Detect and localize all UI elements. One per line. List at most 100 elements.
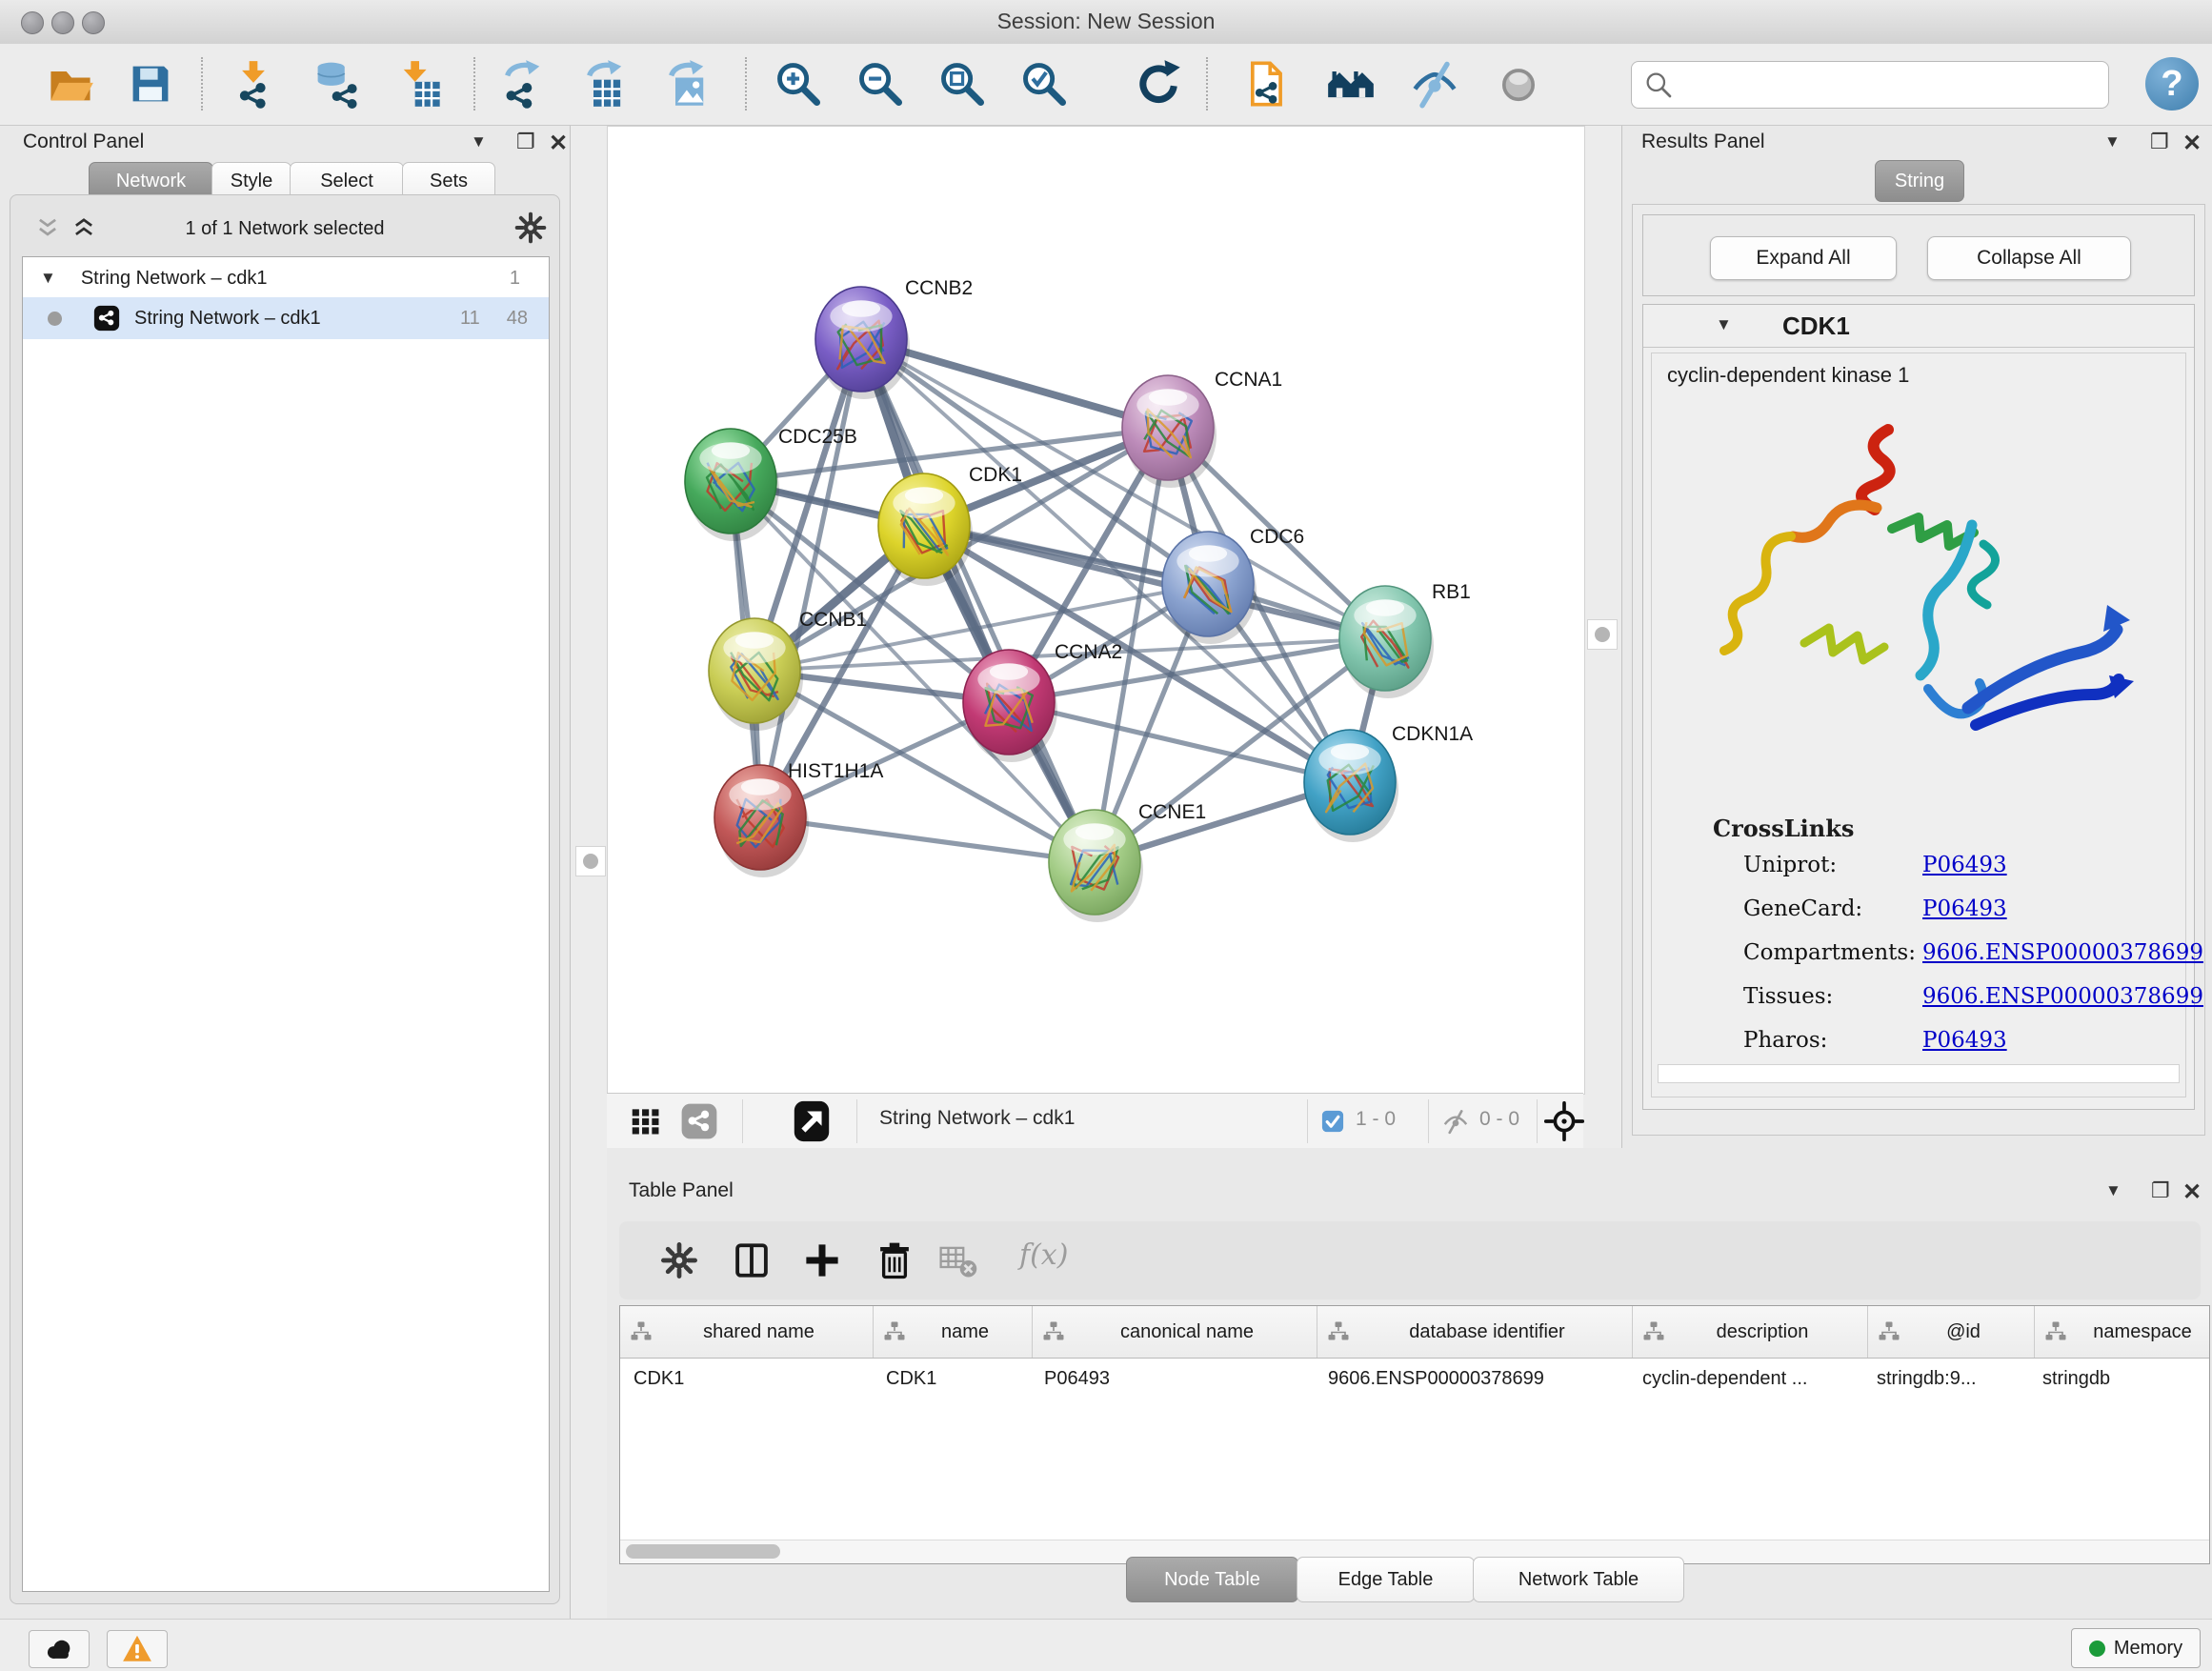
delete-column-button[interactable] [875, 1240, 915, 1280]
column-header-@id[interactable]: @id [1868, 1306, 2035, 1358]
column-header-shared-name[interactable]: shared name [620, 1306, 874, 1358]
protein-structure-image [1690, 403, 2138, 795]
memory-button[interactable]: Memory [2071, 1628, 2201, 1668]
selected-checkbox-icon[interactable] [1319, 1108, 1346, 1135]
table-cell[interactable]: P06493 [1031, 1358, 1315, 1399]
add-column-button[interactable] [802, 1240, 842, 1280]
crosslink-value-link[interactable]: P06493 [1922, 896, 2007, 921]
network-node-CCNA1[interactable] [1122, 375, 1217, 488]
table-cell[interactable]: CDK1 [873, 1358, 1031, 1399]
save-session-button[interactable] [122, 55, 179, 112]
right-splitter-handle[interactable] [1587, 619, 1618, 650]
automation-cloud-button[interactable] [29, 1630, 90, 1668]
gene-description: cyclin-dependent kinase 1 [1667, 363, 1909, 388]
tab-string[interactable]: String [1875, 160, 1964, 202]
refresh-layout-button[interactable] [1130, 55, 1187, 112]
birdseye-view-icon[interactable] [790, 1099, 834, 1143]
crosslink-row: GeneCard: P06493 [1652, 896, 2185, 935]
zoom-in-button[interactable] [770, 55, 827, 112]
table-cell[interactable]: stringdb [2029, 1358, 2210, 1399]
panel-float-icon[interactable]: ❐ [2150, 130, 2169, 154]
network-node-CCNB1[interactable] [709, 618, 803, 731]
left-splitter-handle[interactable] [575, 846, 606, 876]
network-node-CCNA2[interactable] [963, 650, 1057, 762]
network-edge[interactable] [760, 339, 861, 817]
crosslink-value-link[interactable]: 9606.ENSP00000378699 [1922, 984, 2203, 1009]
tab-network-table[interactable]: Network Table [1473, 1557, 1684, 1602]
results-scrollbar[interactable] [1658, 1064, 2180, 1083]
panel-float-icon[interactable]: ❐ [516, 130, 535, 154]
help-button[interactable]: ? [2145, 57, 2199, 111]
scrollbar-thumb[interactable] [626, 1544, 780, 1559]
import-network-file-button[interactable] [225, 55, 282, 112]
network-view-toolbar: String Network – cdk1 1 - 0 0 - 0 [607, 1093, 1583, 1150]
function-builder-button[interactable]: f(x) [1019, 1238, 1068, 1272]
export-network-button[interactable] [495, 55, 553, 112]
panel-collapse-icon[interactable]: ▼ [2104, 132, 2121, 151]
section-collapse-icon[interactable]: ▼ [1716, 315, 1732, 334]
string-home-button[interactable] [1322, 55, 1379, 112]
collection-expand-icon[interactable]: ▼ [40, 269, 56, 288]
panel-close-icon[interactable]: ✕ [2182, 130, 2202, 157]
network-edge[interactable] [861, 339, 1095, 862]
table-cell[interactable]: CDK1 [620, 1358, 873, 1399]
panel-collapse-icon[interactable]: ▼ [471, 132, 487, 151]
show-items-button[interactable] [1490, 55, 1547, 112]
crosslink-value-link[interactable]: 9606.ENSP00000378699 [1922, 940, 2203, 965]
table-cell[interactable]: stringdb:9... [1863, 1358, 2029, 1399]
network-node-CDK1[interactable] [878, 473, 973, 586]
collection-count: 1 [510, 268, 520, 290]
tab-node-table[interactable]: Node Table [1126, 1557, 1298, 1602]
zoom-selected-button[interactable] [1016, 55, 1073, 112]
string-badge-icon[interactable] [679, 1101, 719, 1141]
collapse-all-button[interactable]: Collapse All [1927, 236, 2131, 280]
column-header-description[interactable]: description [1633, 1306, 1868, 1358]
export-image-button[interactable] [659, 55, 716, 112]
zoom-out-button[interactable] [852, 55, 909, 112]
network-canvas[interactable]: CCNB2CCNA1CDC25BCDK1CDC6RB1CCNB1CCNA2CDK… [607, 126, 1585, 1095]
network-edge[interactable] [924, 526, 1385, 638]
grid-view-icon[interactable] [628, 1103, 664, 1139]
column-header-canonical-name[interactable]: canonical name [1033, 1306, 1317, 1358]
network-node-CCNE1[interactable] [1049, 810, 1143, 922]
table-row[interactable]: CDK1CDK1P064939606.ENSP00000378699cyclin… [620, 1358, 2210, 1399]
network-node-CDKN1A[interactable] [1304, 730, 1398, 842]
gene-section-header[interactable]: ▼ CDK1 [1643, 305, 2194, 348]
expand-all-button[interactable]: Expand All [1710, 236, 1897, 280]
gene-section: ▼ CDK1 cyclin-dependent kinase 1 [1642, 304, 2195, 1110]
network-node-CCNB2[interactable] [815, 287, 910, 399]
panel-close-icon[interactable]: ✕ [2182, 1178, 2202, 1206]
tab-edge-table[interactable]: Edge Table [1297, 1557, 1475, 1602]
network-row-selected[interactable]: String Network – cdk1 11 48 [23, 297, 549, 339]
panel-close-icon[interactable]: ✕ [549, 130, 568, 157]
export-table-button[interactable] [577, 55, 634, 112]
network-edge[interactable] [760, 817, 1095, 862]
network-collection-row[interactable]: ▼ String Network – cdk1 1 [23, 259, 549, 297]
crosslink-value-link[interactable]: P06493 [1922, 1028, 2007, 1053]
crosshair-icon[interactable] [1544, 1101, 1584, 1141]
column-header-name[interactable]: name [874, 1306, 1033, 1358]
table-cell[interactable]: 9606.ENSP00000378699 [1315, 1358, 1629, 1399]
network-node-CDC25B[interactable] [685, 429, 779, 541]
string-import-button[interactable] [1238, 55, 1296, 112]
column-header-namespace[interactable]: namespace [2035, 1306, 2210, 1358]
column-header-database-identifier[interactable]: database identifier [1317, 1306, 1633, 1358]
panel-collapse-icon[interactable]: ▼ [2105, 1181, 2122, 1200]
import-network-database-button[interactable] [307, 55, 364, 112]
crosslink-label: GeneCard: [1743, 896, 1862, 921]
table-cell[interactable]: cyclin-dependent ... [1629, 1358, 1863, 1399]
export-table-icon [581, 59, 631, 109]
hide-items-button[interactable] [1406, 55, 1463, 112]
show-columns-button[interactable] [732, 1240, 772, 1280]
crosslink-value-link[interactable]: P06493 [1922, 853, 2007, 877]
search-input[interactable] [1681, 66, 2095, 102]
network-node-RB1[interactable] [1339, 586, 1434, 698]
table-settings-button[interactable] [659, 1240, 699, 1280]
import-table-button[interactable] [391, 55, 448, 112]
open-session-button[interactable] [42, 55, 99, 112]
network-options-gear-icon[interactable] [513, 211, 548, 245]
warnings-button[interactable] [107, 1630, 168, 1668]
zoom-fit-button[interactable] [934, 55, 991, 112]
panel-float-icon[interactable]: ❐ [2151, 1178, 2170, 1203]
hidden-eye-icon [1439, 1107, 1472, 1136]
